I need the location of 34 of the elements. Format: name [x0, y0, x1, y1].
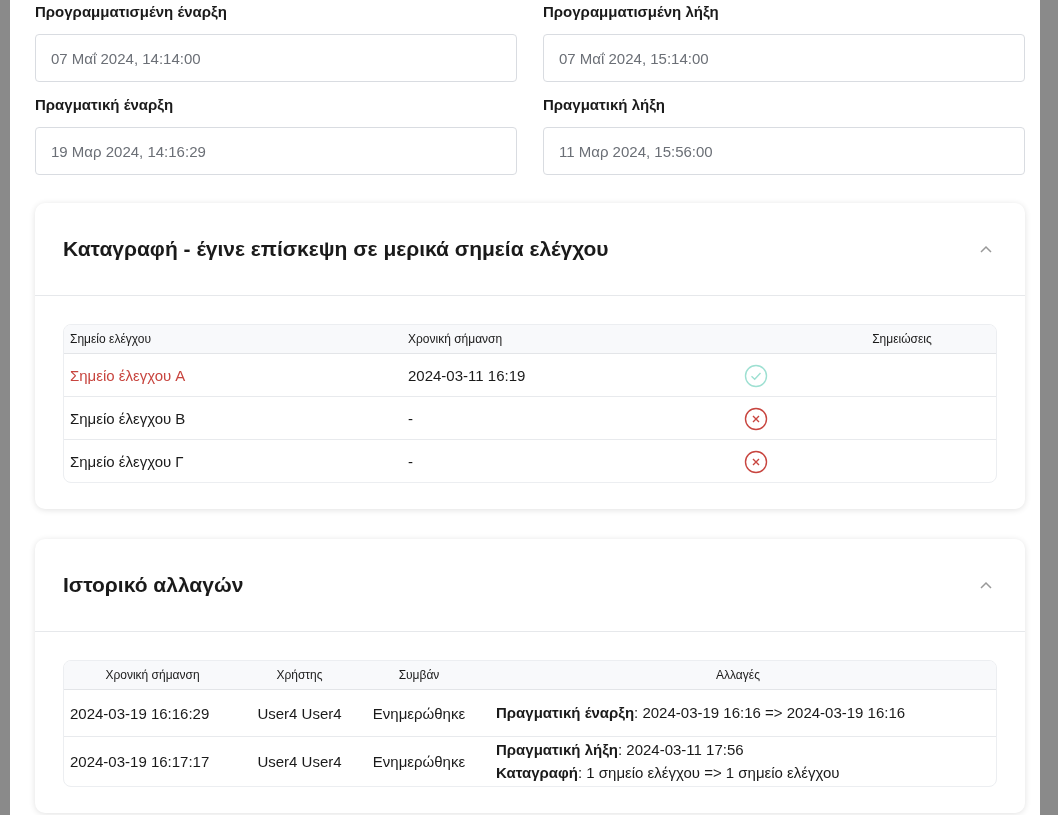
table-cell: Σημείο έλεγχου B [64, 396, 402, 439]
column-header: Χρονική σήμανση [64, 661, 241, 690]
date-field[interactable]: 11 Μαρ 2024, 15:56:00 [543, 127, 1025, 175]
field-label: Προγραμματισμένη έναρξη [35, 3, 228, 21]
change-entry: Πραγματική έναρξη: 2024-03-19 16:16 => 2024-03-19 16:16 [496, 704, 907, 722]
date-field[interactable]: 07 Μαΐ 2024, 15:14:00 [543, 34, 1025, 82]
column-header: Χρήστης [241, 661, 358, 690]
column-header: Σημειώσεις [734, 325, 996, 354]
table-cell-text: Ενημερώθηκε [371, 703, 467, 724]
table-cell-text: User4 User4 [256, 703, 343, 724]
table-cell: - [402, 396, 734, 439]
date-field[interactable]: 07 Μαΐ 2024, 14:14:00 [35, 34, 517, 82]
column-header: Σημείο ελέγχου [64, 325, 402, 354]
chevron-up-icon[interactable] [979, 244, 993, 254]
table-cell-text: 2024-03-11 16:19 [407, 365, 527, 386]
column-header: Αλλαγές [480, 661, 996, 690]
chevron-up-icon[interactable] [979, 580, 993, 590]
field-label: Πραγματική έναρξη [35, 96, 175, 114]
table-cell: Ενημερώθηκε [358, 736, 480, 786]
table-cell: 2024-03-19 16:17:17 [64, 736, 241, 786]
field-label: Πραγματική λήξη [543, 96, 666, 114]
field-label: Προγραμματισμένη λήξη [543, 3, 720, 21]
change-entry: Καταγραφή: 1 σημείο ελέγχου => 1 σημείο ελέγχου [496, 764, 841, 782]
card-title: Καταγραφή - έγινε επίσκεψη σε μερικά σημεία ελέγχου [63, 237, 609, 261]
table-cell: Σημείο έλεγχου Γ [64, 439, 402, 482]
column-header: Χρονική σήμανση [402, 325, 734, 354]
card-title: Ιστορικό αλλαγών [63, 573, 244, 597]
change-entry: Πραγματική λήξη: 2024-03-11 17:56 [496, 741, 745, 759]
table-cell-text: 2024-03-19 16:16:29 [69, 703, 211, 724]
table-cell: - [402, 439, 734, 482]
table-cell: User4 User4 [241, 736, 358, 786]
table-cell-text: Σημείο έλεγχου A [69, 365, 187, 386]
date-field[interactable]: 19 Μαρ 2024, 14:16:29 [35, 127, 517, 175]
column-header: Συμβάν [358, 661, 480, 690]
